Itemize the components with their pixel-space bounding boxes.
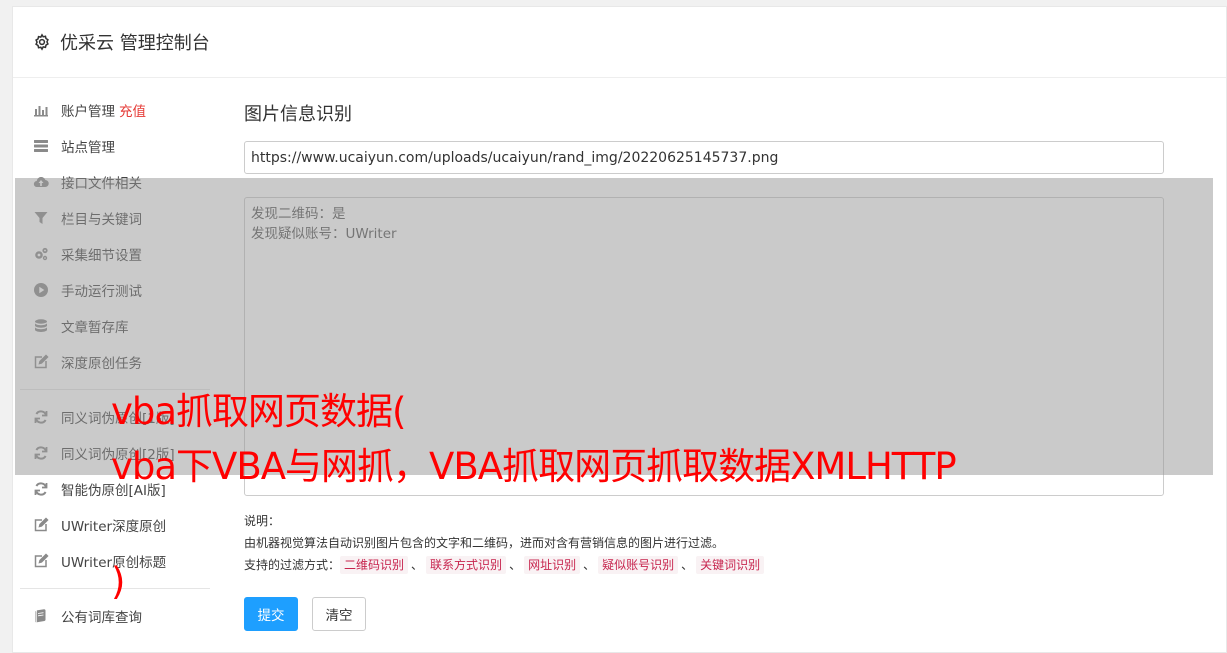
filter-tag: 关键词识别: [696, 556, 765, 574]
overlay-text-line3: ): [111, 560, 125, 603]
overlay-text-line1: vba抓取网页数据(: [111, 390, 406, 433]
filter-separator: 、: [509, 558, 522, 572]
recharge-link[interactable]: 充值: [119, 100, 146, 120]
filter-tag: 二维码识别: [340, 556, 409, 574]
action-buttons: 提交 清空: [244, 597, 1164, 631]
filter-tag: 网址识别: [524, 556, 581, 574]
filter-separator: 、: [583, 558, 596, 572]
page-header: 优采云 管理控制台: [13, 7, 1226, 78]
filter-tag: 联系方式识别: [426, 556, 507, 574]
filter-methods: 支持的过滤方式： 二维码识别、联系方式识别、网址识别、疑似账号识别、关键词识别: [244, 554, 1164, 576]
filter-methods-label: 支持的过滤方式：: [244, 558, 341, 572]
sidebar-item-label: 公有词库查询: [61, 610, 142, 626]
notes-description: 由机器视觉算法自动识别图片包含的文字和二维码，进而对含有营销信息的图片进行过滤。: [244, 536, 725, 550]
filter-separator: 、: [411, 558, 424, 572]
gear-icon: [33, 33, 51, 51]
edit-icon: [32, 516, 50, 534]
bar-chart-icon: [32, 101, 50, 119]
clear-button[interactable]: 清空: [312, 597, 366, 631]
edit-icon: [32, 552, 50, 570]
sidebar-item[interactable]: 账户管理 充值: [20, 92, 210, 128]
sidebar-item[interactable]: UWriter深度原创: [20, 507, 210, 543]
sidebar-item-label: UWriter深度原创: [61, 519, 167, 535]
sidebar-item-label: 账户管理: [61, 104, 115, 120]
notes-label: 说明：: [244, 514, 281, 528]
book-icon: [32, 607, 50, 625]
sidebar-item-label: 站点管理: [61, 140, 115, 156]
server-icon: [32, 137, 50, 155]
refresh-icon: [32, 480, 50, 498]
submit-button[interactable]: 提交: [244, 597, 298, 631]
sidebar-item[interactable]: 站点管理: [20, 128, 210, 164]
image-url-input[interactable]: [244, 141, 1164, 174]
overlay-text-line2: vba下VBA与网抓，VBA抓取网页抓取数据XMLHTTP: [111, 445, 957, 488]
console-title: 优采云 管理控制台: [60, 33, 210, 54]
notes: 说明： 由机器视觉算法自动识别图片包含的文字和二维码，进而对含有营销信息的图片进…: [244, 510, 1164, 576]
sidebar-item[interactable]: 公有词库查询: [20, 598, 210, 634]
page-title: 图片信息识别: [244, 104, 352, 125]
filter-tag: 疑似账号识别: [598, 556, 679, 574]
filter-separator: 、: [681, 558, 694, 572]
